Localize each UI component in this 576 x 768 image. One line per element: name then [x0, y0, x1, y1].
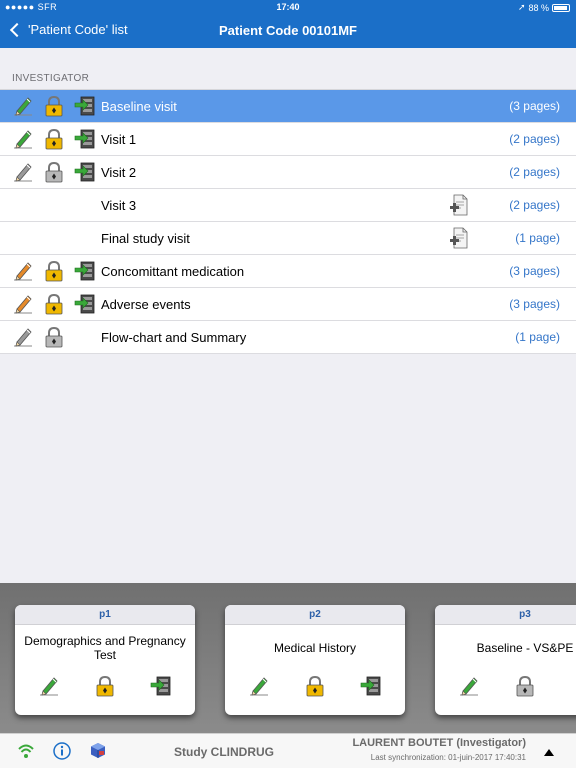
lock-icon [43, 128, 65, 150]
visit-row[interactable]: Visit 2 (2 pages) [0, 156, 576, 189]
visit-status-icons [12, 260, 96, 282]
lock-icon [304, 675, 326, 697]
page-card-name: Baseline - VS&PE [476, 641, 574, 655]
transfer-icon [74, 95, 96, 117]
visit-label: Adverse events [101, 296, 191, 312]
lock-icon [43, 260, 65, 282]
pencil-icon [12, 260, 34, 282]
lock-icon [43, 95, 65, 117]
page-card-number: p1 [15, 605, 195, 625]
info-icon[interactable] [52, 741, 72, 766]
pencil-icon [12, 161, 34, 183]
lock-icon [43, 326, 65, 348]
visit-label: Concomittant medication [101, 263, 245, 279]
visit-status-icons [12, 161, 96, 183]
pencil-icon [12, 95, 34, 117]
icon-placeholder [570, 675, 576, 697]
visit-label: Visit 1 [101, 131, 137, 147]
pencil-icon [12, 293, 34, 315]
study-cube-icon[interactable] [88, 741, 108, 766]
page-count[interactable]: (1 page) [515, 231, 560, 245]
pencil-icon [38, 675, 60, 697]
last-sync-label: Last synchronization: 01-juin-2017 17:40… [370, 753, 526, 762]
lock-icon [43, 161, 65, 183]
page-card-name: Medical History [273, 641, 357, 655]
page-card-icons [435, 675, 576, 697]
status-bar: ●●●●● SFR 17:40 ➚ 88 % [0, 0, 576, 16]
pencil-icon [248, 675, 270, 697]
navigation-bar: ●●●●● SFR 17:40 ➚ 88 % 'Patient Code' li… [0, 0, 576, 48]
visit-label: Baseline visit [101, 98, 177, 114]
pencil-icon [12, 326, 34, 348]
battery-percent: 88 % [528, 2, 549, 13]
page-card-name: Demographics and Pregnancy Test [24, 634, 186, 662]
visit-status-icons [12, 128, 96, 150]
visit-label: Visit 3 [101, 197, 137, 213]
page-count[interactable]: (3 pages) [509, 99, 560, 113]
pencil-icon [12, 128, 34, 150]
visit-label: Visit 2 [101, 164, 137, 180]
page-card-number: p2 [225, 605, 405, 625]
transfer-icon [360, 675, 382, 697]
visit-label: Final study visit [101, 230, 190, 246]
expand-up-icon[interactable] [544, 749, 554, 756]
battery-icon [552, 3, 570, 12]
location-icon: ➚ [517, 2, 526, 12]
footer-toolbar: Study CLINDRUG LAURENT BOUTET (Investiga… [0, 733, 576, 768]
pencil-icon [458, 675, 480, 697]
section-header: INVESTIGATOR [12, 73, 90, 84]
page-card-strip[interactable]: p1 Demographics and Pregnancy Test p2 Medi… [0, 583, 576, 733]
visit-status-icons [12, 95, 96, 117]
page-count[interactable]: (2 pages) [509, 198, 560, 212]
page-card[interactable]: p1 Demographics and Pregnancy Test [15, 605, 195, 715]
page-card-icons [15, 675, 195, 697]
page-count[interactable]: (1 page) [515, 330, 560, 344]
visit-list: Baseline visit (3 pages) Visit 1 (2 pages)… [0, 89, 576, 354]
visit-row[interactable]: Baseline visit (3 pages) [0, 90, 576, 123]
visit-row[interactable]: Final study visit (1 page) [0, 222, 576, 255]
transfer-icon [74, 293, 96, 315]
page-card-number: p3 [435, 605, 576, 625]
visit-row[interactable]: Flow-chart and Summary (1 page) [0, 321, 576, 354]
lock-icon [43, 293, 65, 315]
icon-placeholder [74, 326, 96, 348]
visit-status-icons [12, 293, 96, 315]
page-count[interactable]: (3 pages) [509, 264, 560, 278]
page-count[interactable]: (3 pages) [509, 297, 560, 311]
visit-label: Flow-chart and Summary [101, 329, 247, 345]
page-card[interactable]: p2 Medical History [225, 605, 405, 715]
transfer-icon [74, 128, 96, 150]
lock-icon [514, 675, 536, 697]
transfer-icon [74, 260, 96, 282]
add-document-icon[interactable] [449, 227, 471, 249]
clock: 17:40 [276, 2, 300, 12]
page-card-icons [225, 675, 405, 697]
visit-row[interactable]: Visit 3 (2 pages) [0, 189, 576, 222]
page-count[interactable]: (2 pages) [509, 132, 560, 146]
page-card[interactable]: p3 Baseline - VS&PE [435, 605, 576, 715]
add-document-icon[interactable] [449, 194, 471, 216]
lock-icon [94, 675, 116, 697]
user-name: LAURENT BOUTET (Investigator) [352, 737, 526, 749]
page-title: Patient Code 00101MF [219, 23, 357, 38]
visit-status-icons [12, 326, 96, 348]
battery-indicator: ➚ 88 % [518, 2, 570, 13]
transfer-icon [150, 675, 172, 697]
visit-row[interactable]: Concomittant medication (3 pages) [0, 255, 576, 288]
visit-row[interactable]: Visit 1 (2 pages) [0, 123, 576, 156]
study-name: Study CLINDRUG [174, 745, 274, 759]
page-count[interactable]: (2 pages) [509, 165, 560, 179]
visit-row[interactable]: Adverse events (3 pages) [0, 288, 576, 321]
wifi-sync-icon[interactable] [16, 741, 36, 766]
transfer-icon [74, 161, 96, 183]
